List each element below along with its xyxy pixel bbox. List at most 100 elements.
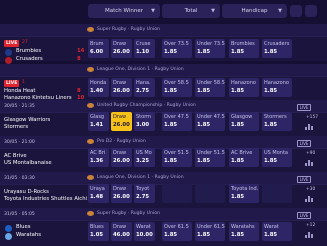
team-name: Toyota Industries Shuttles Aichi bbox=[4, 196, 88, 202]
odd-button-selected[interactable]: Draw 26.00 bbox=[111, 112, 132, 131]
stats-icon[interactable] bbox=[304, 232, 314, 238]
odd-button[interactable]: Under 73.5 1.85 bbox=[195, 39, 225, 58]
rugby-ball-icon bbox=[87, 27, 94, 32]
odd-button[interactable]: Draw 26.00 bbox=[111, 148, 132, 167]
odd-button[interactable]: US Mo 3.25 bbox=[134, 148, 155, 167]
odd-button[interactable]: Brum 6.00 bbox=[88, 39, 109, 58]
chevron-down-icon: ▼ bbox=[211, 8, 215, 14]
team-name: Honda Heat bbox=[4, 88, 36, 94]
team-name: Urayasu D-Rocks bbox=[4, 189, 49, 195]
odd-button[interactable]: Glasgow 1.85 bbox=[229, 112, 259, 131]
odd-button[interactable]: Under 58.5 1.85 bbox=[195, 78, 225, 97]
odd-button[interactable]: Glasg 1.41 bbox=[88, 112, 109, 131]
odd-button[interactable]: Blues 1.05 bbox=[88, 222, 109, 241]
match-time: 30/05 · 21:35 bbox=[4, 104, 35, 109]
live-badge: LIVE bbox=[4, 80, 20, 87]
odd-button[interactable]: Draw 46.00 bbox=[111, 222, 132, 241]
odd-button[interactable]: Honda 1.40 bbox=[88, 78, 109, 97]
league-name: League One, Division 1 · Rugby Union bbox=[97, 175, 184, 180]
odd-button[interactable]: Hanazono 1.85 bbox=[229, 78, 259, 97]
odd-button[interactable]: Toyot 2.75 bbox=[134, 184, 155, 203]
team-logo-icon bbox=[5, 233, 12, 240]
team-name: Glasgow Warriors bbox=[4, 117, 51, 123]
live-count: 1 bbox=[22, 80, 25, 85]
rugby-ball-icon bbox=[87, 211, 94, 216]
league-name: Super Rugby · Rugby Union bbox=[97, 27, 160, 32]
settings-icon[interactable] bbox=[305, 5, 317, 17]
odd-button[interactable]: AC Bri 1.36 bbox=[88, 148, 109, 167]
team-name: AC Brive bbox=[4, 153, 27, 159]
odd-button[interactable]: Cruse 1.10 bbox=[134, 39, 155, 58]
odd-button[interactable]: Hanazono 1.85 bbox=[262, 78, 292, 97]
team-name: Blues bbox=[16, 224, 31, 230]
odd-button[interactable]: Storm 3.00 bbox=[134, 112, 155, 131]
match-time: 31/05 · 03:30 bbox=[4, 176, 35, 181]
odd-button-empty bbox=[195, 184, 225, 203]
tab-match-winner[interactable]: Match Winner ▼ bbox=[88, 4, 160, 18]
stats-icon[interactable] bbox=[304, 124, 314, 130]
odd-button[interactable]: Stormers 1.85 bbox=[262, 112, 292, 131]
more-markets-count[interactable]: +30 bbox=[306, 187, 315, 192]
odd-button[interactable]: Draw 26.00 bbox=[111, 184, 132, 203]
team-name: Stormers bbox=[4, 124, 29, 130]
chevron-down-icon: ▼ bbox=[278, 8, 282, 14]
tab-total[interactable]: Total ▼ bbox=[162, 4, 220, 18]
team-name: Crusaders bbox=[16, 56, 43, 62]
odd-button[interactable]: AC Brive 1.85 bbox=[229, 148, 259, 167]
odd-button[interactable]: Hana. 2.75 bbox=[134, 78, 155, 97]
live-badge: LIVE bbox=[4, 40, 20, 47]
rugby-ball-icon bbox=[87, 175, 94, 180]
tab-label: Match Winner bbox=[105, 8, 143, 14]
rugby-ball-icon bbox=[87, 67, 94, 72]
odd-button[interactable]: Over 61.5 1.85 bbox=[162, 222, 192, 241]
league-header: Super Rugby · Rugby Union bbox=[0, 24, 327, 36]
more-markets-count[interactable]: +12 bbox=[306, 223, 315, 228]
odd-button[interactable]: Over 73.5 1.85 bbox=[162, 39, 192, 58]
league-name: League One, Division 1 · Rugby Union bbox=[97, 67, 184, 72]
odd-button[interactable]: Warat 10.00 bbox=[134, 222, 155, 241]
more-markets-count[interactable]: +157 bbox=[306, 115, 318, 120]
tab-handicap[interactable]: Handicap ▼ bbox=[222, 4, 287, 18]
odd-button[interactable]: Draw 26.00 bbox=[111, 39, 132, 58]
stats-icon[interactable] bbox=[304, 196, 314, 202]
odd-button[interactable]: Over 51.5 1.85 bbox=[162, 148, 192, 167]
live-stream-badge: LIVE bbox=[297, 140, 311, 147]
tab-label: Handicap bbox=[241, 8, 268, 14]
more-markets-count[interactable]: +90 bbox=[306, 151, 315, 156]
match-time: 30/05 · 21:00 bbox=[4, 140, 35, 145]
odd-button[interactable]: Waratahs 1.85 bbox=[229, 222, 259, 241]
league-header: Super Rugby · Rugby Union bbox=[0, 208, 327, 220]
stats-icon[interactable] bbox=[304, 160, 314, 166]
league-header: Pro D2 · Rugby Union bbox=[0, 136, 327, 148]
live-stream-badge: LIVE bbox=[297, 212, 311, 219]
odd-button[interactable]: Over 58.5 1.85 bbox=[162, 78, 192, 97]
team-name: Brumbies bbox=[16, 48, 42, 54]
team-name: US Montalbanaise bbox=[4, 160, 52, 166]
team-score: 8 bbox=[77, 56, 81, 62]
team-score: 14 bbox=[77, 48, 85, 54]
odd-button[interactable]: Over 47.5 1.85 bbox=[162, 112, 192, 131]
team-logo-icon bbox=[5, 225, 12, 232]
chevron-down-icon: ▼ bbox=[151, 8, 155, 14]
odd-button[interactable]: Toyota Ind. 1.85 bbox=[229, 184, 259, 203]
odd-button[interactable]: Under 51.5 1.85 bbox=[195, 148, 225, 167]
stats-icon[interactable] bbox=[290, 5, 302, 17]
odd-button[interactable]: Uraya 1.48 bbox=[88, 184, 109, 203]
rugby-ball-icon bbox=[87, 139, 94, 144]
live-stream-badge: LIVE bbox=[297, 104, 311, 111]
odd-button[interactable]: Draw 26.00 bbox=[111, 78, 132, 97]
team-logo-icon bbox=[5, 49, 12, 56]
odd-button[interactable]: Warat 1.85 bbox=[262, 222, 292, 241]
team-score: 8 bbox=[77, 88, 81, 94]
league-name: Super Rugby · Rugby Union bbox=[97, 211, 160, 216]
match-time: 31/05 · 05:05 bbox=[4, 212, 35, 217]
odd-button[interactable]: Under 47.5 1.85 bbox=[195, 112, 225, 131]
league-name: United Rugby Championship · Rugby Union bbox=[97, 103, 196, 108]
odd-button[interactable]: Crusaders 1.85 bbox=[262, 39, 292, 58]
odd-button[interactable]: US Monta 1.85 bbox=[262, 148, 292, 167]
league-header: League One, Division 1 · Rugby Union bbox=[0, 172, 327, 184]
odd-button[interactable]: Under 61.5 1.85 bbox=[195, 222, 225, 241]
team-name: Waratahs bbox=[16, 232, 42, 238]
odd-button[interactable]: Brumbies 1.85 bbox=[229, 39, 259, 58]
league-header: League One, Division 1 · Rugby Union bbox=[0, 64, 327, 76]
